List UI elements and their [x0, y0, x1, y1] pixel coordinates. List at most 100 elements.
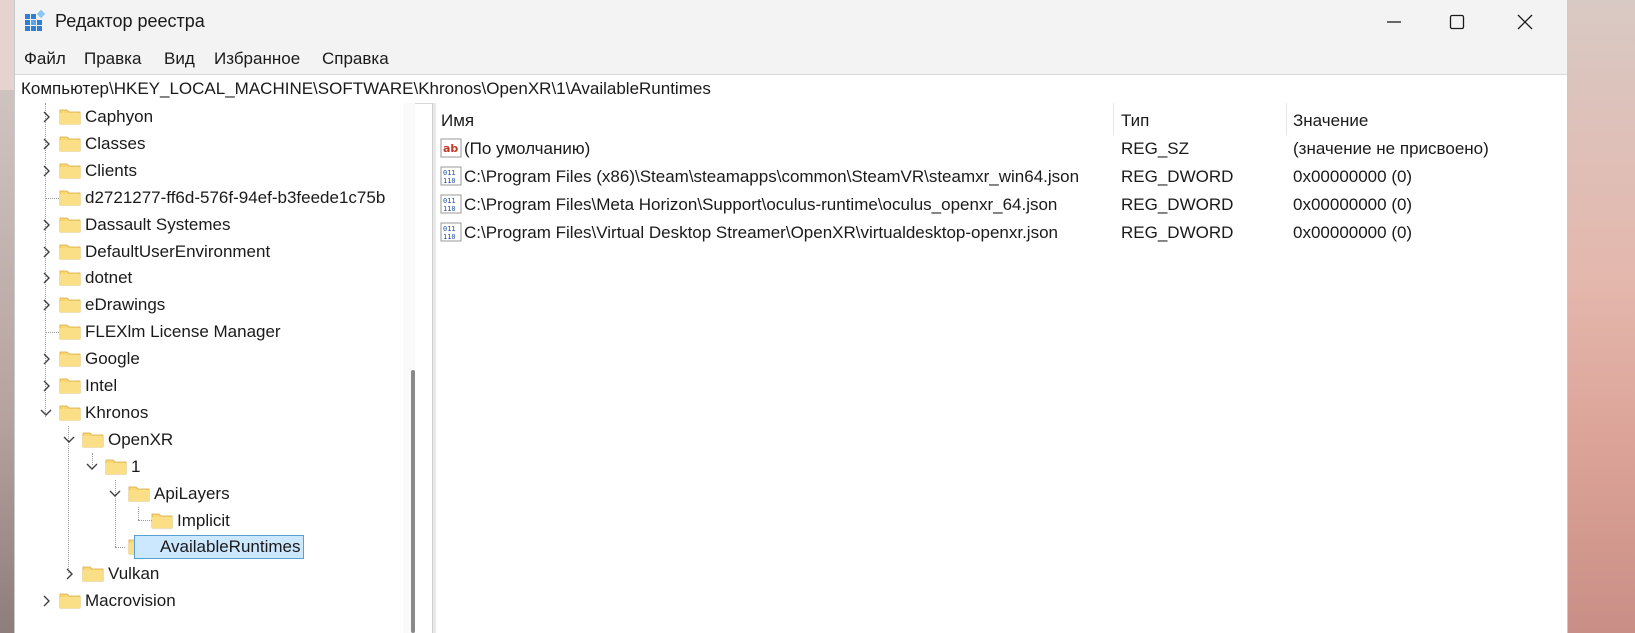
tree-item-label: d2721277-ff6d-576f-94ef-b3feede1c75b	[85, 188, 386, 207]
tree-item[interactable]: dotnet	[15, 265, 403, 292]
menu-file[interactable]: Файл	[24, 49, 66, 69]
tree-item[interactable]: Macrovision	[15, 588, 403, 615]
desktop-background-left	[0, 90, 14, 633]
tree-item-label: Intel	[85, 376, 118, 395]
close-icon	[1517, 14, 1533, 30]
table-row[interactable]: 011 110 C:\Program Files\Virtual Desktop S…	[436, 219, 1567, 247]
chevron-down-icon[interactable]	[108, 487, 122, 501]
tree-item[interactable]: d2721277-ff6d-576f-94ef-b3feede1c75b	[15, 185, 403, 212]
chevron-right-icon[interactable]	[39, 352, 53, 366]
tree-item-label: Google	[85, 349, 140, 368]
menu-bar: Файл Правка Вид Избранное Справка	[15, 44, 1567, 74]
binary-value-icon: 011110	[440, 166, 462, 186]
folder-icon	[59, 109, 81, 125]
svg-text:110: 110	[443, 233, 456, 241]
folder-icon	[82, 432, 104, 448]
address-bar[interactable]: Компьютер\HKEY_LOCAL_MACHINE\SOFTWARE\Kh…	[15, 74, 1567, 104]
folder-icon	[59, 405, 81, 421]
chevron-right-icon[interactable]	[39, 137, 53, 151]
tree-item[interactable]: Intel	[15, 373, 403, 400]
svg-text:110: 110	[443, 177, 456, 185]
tree-item[interactable]: AvailableRuntimes	[15, 534, 403, 561]
svg-text:ab: ab	[443, 142, 458, 155]
cell-value: 0x00000000 (0)	[1293, 223, 1413, 242]
regedit-icon	[25, 10, 46, 31]
folder-icon	[105, 459, 127, 475]
column-separator[interactable]	[1113, 103, 1114, 135]
regedit-window: Редактор реестра Файл Правка Вид Избранн…	[14, 0, 1568, 633]
minimize-icon	[1387, 21, 1401, 23]
chevron-down-icon[interactable]	[85, 460, 99, 474]
chevron-right-icon[interactable]	[39, 110, 53, 124]
chevron-down-icon[interactable]	[39, 406, 53, 420]
window-title: Редактор реестра	[55, 11, 205, 31]
folder-icon	[59, 297, 81, 313]
menu-view[interactable]: Вид	[164, 49, 195, 69]
folder-icon	[59, 163, 81, 179]
folder-icon	[151, 513, 173, 529]
tree-scrollbar-thumb[interactable]	[411, 370, 415, 633]
chevron-right-icon[interactable]	[39, 218, 53, 232]
tree-item[interactable]: Google	[15, 346, 403, 373]
tree-item-label: DefaultUserEnvironment	[85, 242, 271, 261]
tree-item[interactable]: Implicit	[15, 508, 403, 535]
cell-type: REG_DWORD	[1121, 195, 1234, 214]
folder-icon	[59, 270, 81, 286]
chevron-right-icon[interactable]	[62, 567, 76, 581]
tree-item[interactable]: OpenXR	[15, 427, 403, 454]
maximize-button[interactable]	[1423, 0, 1491, 44]
cell-name: C:\Program Files\Virtual Desktop Streame…	[464, 223, 1058, 242]
address-path[interactable]: Компьютер\HKEY_LOCAL_MACHINE\SOFTWARE\Kh…	[21, 79, 711, 99]
tree-item[interactable]: Khronos	[15, 400, 403, 427]
table-row[interactable]: ab (По умолчанию) REG_SZ (значение не присв…	[436, 135, 1567, 163]
tree-item[interactable]: eDrawings	[15, 292, 403, 319]
menu-help[interactable]: Справка	[322, 49, 389, 69]
tree-item[interactable]: 1	[15, 454, 403, 481]
menu-edit[interactable]: Правка	[84, 49, 141, 69]
column-header-name[interactable]: Имя	[441, 111, 474, 131]
tree-item[interactable]: Vulkan	[15, 561, 403, 588]
svg-text:011: 011	[443, 169, 456, 177]
menu-favorites[interactable]: Избранное	[214, 49, 300, 69]
folder-icon	[59, 593, 81, 609]
tree-item-label: Vulkan	[108, 564, 160, 583]
chevron-right-icon[interactable]	[39, 594, 53, 608]
chevron-right-icon[interactable]	[39, 271, 53, 285]
tree-item-label: Clients	[85, 161, 137, 180]
minimize-button[interactable]	[1360, 0, 1428, 44]
tree-item[interactable]: Caphyon	[15, 104, 403, 131]
chevron-right-icon[interactable]	[39, 164, 53, 178]
tree-item[interactable]: FLEXlm License Manager	[15, 319, 403, 346]
folder-icon	[59, 136, 81, 152]
title-bar[interactable]: Редактор реестра	[15, 0, 1567, 44]
desktop-background	[1566, 0, 1635, 633]
table-row[interactable]: 011 110 C:\Program Files\Meta Horizon\Supp…	[436, 191, 1567, 219]
tree-item[interactable]: DefaultUserEnvironment	[15, 239, 403, 266]
tree-item-label: Dassault Systemes	[85, 215, 231, 234]
chevron-down-icon[interactable]	[62, 433, 76, 447]
tree-item[interactable]: ApiLayers	[15, 481, 403, 508]
tree-item[interactable]: Dassault Systemes	[15, 212, 403, 239]
string-value-icon: ab	[440, 138, 462, 158]
column-separator[interactable]	[1286, 103, 1287, 135]
cell-name: C:\Program Files (x86)\Steam\steamapps\c…	[464, 167, 1080, 186]
folder-icon	[128, 486, 150, 502]
chevron-right-icon[interactable]	[39, 298, 53, 312]
column-header-type[interactable]: Тип	[1121, 111, 1149, 131]
cell-type: REG_DWORD	[1121, 223, 1234, 242]
chevron-right-icon[interactable]	[39, 379, 53, 393]
binary-value-icon: 011110	[440, 194, 462, 214]
tree-item[interactable]: Classes	[15, 131, 403, 158]
tree-item[interactable]: Clients	[15, 158, 403, 185]
folder-icon	[59, 324, 81, 340]
table-row[interactable]: 011 110 C:\Program Files (x86)\Steam\steam…	[436, 163, 1567, 191]
tree-item-label: Khronos	[85, 403, 149, 422]
chevron-right-icon[interactable]	[39, 245, 53, 259]
column-header-value[interactable]: Значение	[1293, 111, 1368, 131]
folder-icon	[59, 351, 81, 367]
folder-icon	[59, 190, 81, 206]
key-tree: Caphyon Classes Clients d2721277-ff6d-576f-…	[15, 103, 403, 633]
svg-text:011: 011	[443, 197, 456, 205]
close-button[interactable]	[1491, 0, 1559, 44]
folder-icon	[59, 244, 81, 260]
